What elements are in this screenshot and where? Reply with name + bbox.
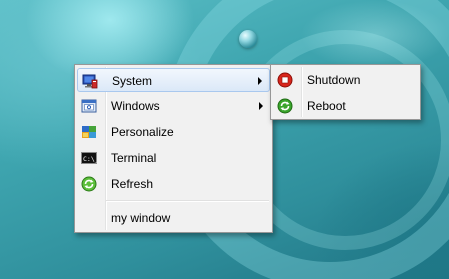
refresh-icon <box>81 176 97 192</box>
menu-item-system[interactable]: System <box>77 68 270 92</box>
menu-item-terminal[interactable]: C:\_ Terminal <box>77 146 270 170</box>
menu-item-label: Personalize <box>111 125 174 139</box>
shutdown-icon <box>277 72 293 88</box>
terminal-icon: C:\_ <box>81 150 99 166</box>
svg-text:C:\_: C:\_ <box>83 155 97 163</box>
menu-item-windows[interactable]: Windows <box>77 94 270 118</box>
submenu-arrow-icon <box>259 102 263 110</box>
wallpaper-glow <box>300 0 449 70</box>
menu-item-reboot[interactable]: Reboot <box>273 94 418 118</box>
menu-item-label: System <box>112 74 153 88</box>
personalize-icon <box>81 124 97 140</box>
menu-item-label: Windows <box>111 99 160 113</box>
menu-item-shutdown[interactable]: Shutdown <box>273 68 418 92</box>
menu-item-label: Shutdown <box>307 73 361 87</box>
menu-item-label: Refresh <box>111 177 154 191</box>
menu-item-label: Terminal <box>111 151 157 165</box>
submenu-arrow-icon <box>258 77 262 85</box>
desktop-context-menu: System Windows Personalize C:\ Terminal … <box>74 64 273 233</box>
system-submenu: Shutdown Reboot <box>270 64 421 120</box>
wallpaper-orb <box>239 30 257 48</box>
windows-icon <box>81 98 97 114</box>
menu-item-refresh[interactable]: Refresh <box>77 172 270 196</box>
menu-item-personalize[interactable]: Personalize <box>77 120 270 144</box>
menu-separator <box>106 200 269 202</box>
system-monitor-icon <box>82 73 98 89</box>
menu-item-label: my window <box>111 211 171 225</box>
menu-item-label: Reboot <box>307 99 346 113</box>
reboot-icon <box>277 98 293 114</box>
menu-item-my-window[interactable]: my window <box>77 206 270 230</box>
